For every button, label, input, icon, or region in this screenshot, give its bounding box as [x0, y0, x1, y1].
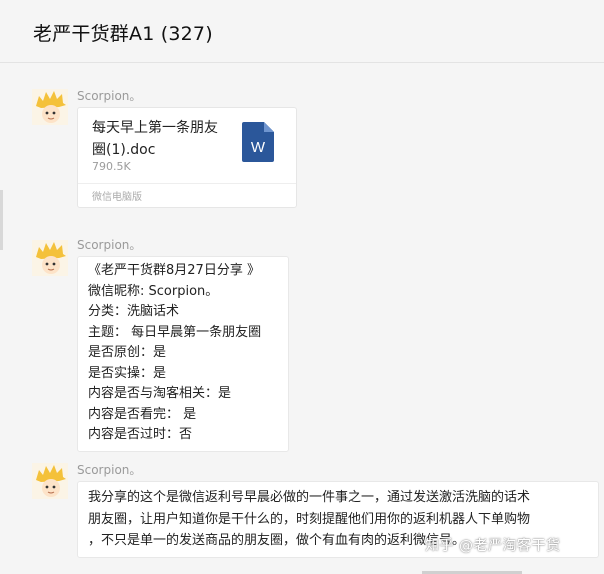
- avatar[interactable]: [32, 89, 68, 125]
- file-name: 每天早上第一条朋友 圈(1).doc: [92, 117, 232, 161]
- message-line: 分类：洗脑话术: [88, 304, 180, 319]
- message-line: 《老严干货群8月27日分享 》: [88, 263, 260, 278]
- word-document-icon: W: [242, 122, 274, 162]
- sender-name: Scorpion。: [77, 463, 142, 477]
- message-line: 内容是否看完： 是: [88, 406, 197, 422]
- message-line: 是否原创：是: [88, 345, 167, 360]
- avatar-image: [32, 240, 68, 276]
- sender-name: Scorpion。: [77, 238, 142, 252]
- chat-header: 老严干货群A1 (327): [0, 0, 604, 63]
- watermark: 知乎 @老严淘客干货: [425, 538, 561, 554]
- text-message-bubble[interactable]: 《老严干货群8月27日分享 》 微信昵称: Scorpion。 分类：洗脑话术 …: [77, 256, 289, 452]
- file-name-line: 每天早上第一条朋友: [92, 120, 218, 136]
- avatar[interactable]: [32, 463, 68, 499]
- chat-title: 老严干货群A1 (327): [33, 23, 213, 45]
- window-edge: [0, 190, 3, 250]
- message-line: 我分享的这个是微信返利号早晨必做的一件事之一，通过发送激活洗脑的话术: [88, 490, 531, 505]
- file-card-divider: [78, 183, 296, 184]
- message-line: 内容是否与淘客相关：是: [88, 386, 232, 401]
- file-source: 微信电脑版: [92, 192, 142, 203]
- avatar[interactable]: [32, 240, 68, 276]
- file-name-line: 圈(1).doc: [92, 142, 156, 158]
- avatar-image: [32, 89, 68, 125]
- file-message-card[interactable]: 每天早上第一条朋友 圈(1).doc 790.5K W 微信电脑版: [77, 107, 297, 208]
- message-line: 朋友圈，让用户知道你是干什么的，时刻提醒他们用你的返利机器人下单购物: [88, 511, 531, 527]
- message-line: 是否实操：是: [88, 365, 167, 381]
- message-line: 主题： 每日早晨第一条朋友圈: [88, 324, 262, 340]
- message-line: 内容是否过时：否: [88, 427, 193, 442]
- word-icon-letter: W: [251, 139, 266, 156]
- avatar-image: [32, 463, 68, 499]
- sender-name: Scorpion。: [77, 89, 142, 103]
- message-line: 微信昵称: Scorpion。: [88, 283, 219, 299]
- file-size: 790.5K: [92, 160, 131, 173]
